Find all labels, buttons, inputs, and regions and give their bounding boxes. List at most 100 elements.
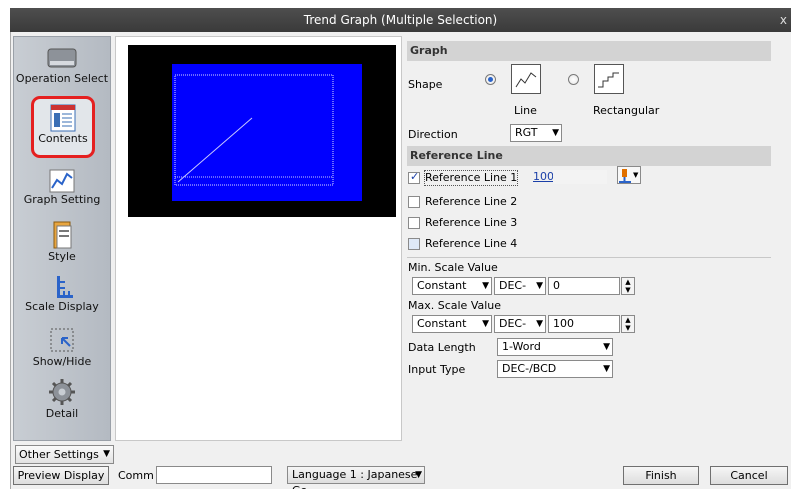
max-scale-value: 100: [553, 317, 574, 330]
min-scale-type-value: Constant: [417, 279, 467, 292]
min-scale-format-select[interactable]: DEC- ▼: [494, 277, 546, 295]
graph-section-header: Graph: [407, 41, 771, 61]
max-scale-format-select[interactable]: DEC- ▼: [494, 315, 546, 333]
reference-line-1-value[interactable]: 100: [533, 170, 554, 183]
min-scale-type-select[interactable]: Constant ▼: [412, 277, 492, 295]
direction-label: Direction: [408, 128, 458, 141]
direction-value: RGT: [515, 126, 538, 139]
preview-pane: [115, 36, 402, 441]
sidebar-item-scale-display[interactable]: Scale Display: [14, 273, 110, 313]
chevron-down-icon: ▼: [536, 281, 543, 291]
sidebar-item-label: Detail: [45, 407, 79, 420]
input-type-select[interactable]: DEC-/BCD ▼: [497, 360, 613, 378]
data-length-label: Data Length: [408, 341, 476, 354]
chevron-down-icon: ▼: [482, 319, 489, 329]
reference-line-4-checkbox[interactable]: [408, 238, 420, 250]
input-type-label: Input Type: [408, 363, 466, 376]
max-scale-label: Max. Scale Value: [408, 299, 502, 312]
min-scale-value: 0: [553, 279, 560, 292]
svg-text:▼: ▼: [633, 171, 639, 179]
chevron-down-icon: ▼: [415, 470, 422, 480]
reference-line-3-label: Reference Line 3: [425, 216, 518, 229]
graph-setting-icon: [46, 168, 78, 194]
min-scale-label: Min. Scale Value: [408, 261, 498, 274]
preview-display-button[interactable]: Preview Display: [13, 466, 109, 485]
chevron-down-icon: ▼: [536, 319, 543, 329]
shape-label: Shape: [408, 78, 443, 91]
sidebar-item-label: Graph Setting: [23, 193, 101, 206]
sidebar-item-show-hide[interactable]: Show/Hide: [14, 326, 110, 368]
reference-line-3-checkbox[interactable]: [408, 217, 420, 229]
preview-canvas: [128, 45, 396, 217]
shape-rectangular-label: Rectangular: [593, 104, 660, 117]
shape-line-radio[interactable]: [485, 74, 496, 85]
style-icon: [46, 219, 78, 251]
rectangular-shape-icon[interactable]: [594, 64, 624, 94]
close-button[interactable]: x: [780, 8, 787, 32]
data-length-value: 1-Word: [502, 340, 541, 353]
divider: [407, 257, 771, 258]
min-scale-value-input[interactable]: 0: [548, 277, 620, 295]
sidebar-item-label: Scale Display: [25, 300, 99, 313]
sidebar-item-style[interactable]: Style: [14, 219, 110, 263]
max-scale-value-input[interactable]: 100: [548, 315, 620, 333]
reference-line-color-picker[interactable]: ▼: [617, 166, 641, 184]
trend-graph-drawing: [174, 74, 334, 186]
max-scale-type-value: Constant: [417, 317, 467, 330]
trend-line: [177, 117, 253, 183]
sidebar-item-graph-setting[interactable]: Graph Setting: [14, 168, 110, 206]
data-length-select[interactable]: 1-Word ▼: [497, 338, 613, 356]
reference-line-4-row[interactable]: Reference Line 4: [408, 237, 538, 253]
other-settings-label: Other Settings: [19, 448, 99, 461]
sidebar-item-operation-select[interactable]: Operation Select: [14, 43, 110, 85]
line-shape-icon[interactable]: [511, 64, 541, 94]
reference-line-1-row[interactable]: Reference Line 1: [408, 170, 538, 187]
sidebar-item-label: Contents: [38, 132, 88, 145]
shape-rectangular-radio[interactable]: [568, 74, 579, 85]
direction-select[interactable]: RGT ▼: [510, 124, 562, 142]
contents-icon: [47, 103, 79, 133]
reference-line-2-checkbox[interactable]: [408, 196, 420, 208]
sidebar-item-contents[interactable]: Contents: [31, 96, 95, 158]
finish-button[interactable]: Finish: [623, 466, 699, 485]
operation-select-icon: [46, 43, 78, 73]
other-settings-dropdown[interactable]: Other Settings ▼: [15, 445, 114, 464]
sidebar-item-label: Operation Select: [15, 72, 109, 85]
show-hide-icon: [46, 326, 78, 356]
property-panel: Graph Shape Line Rectangular Direction R…: [405, 36, 781, 441]
detail-icon: [46, 376, 78, 408]
scale-display-icon: [46, 273, 78, 301]
window-title-bar: Trend Graph (Multiple Selection) x: [10, 8, 791, 32]
sidebar-item-label: Style: [48, 250, 76, 263]
reference-line-2-row[interactable]: Reference Line 2: [408, 195, 538, 211]
chevron-down-icon: ▼: [103, 449, 110, 459]
sidebar-item-detail[interactable]: Detail: [14, 376, 110, 420]
min-scale-spinner[interactable]: ▲ ▼: [621, 277, 635, 295]
reference-line-1-checkbox[interactable]: [408, 170, 420, 184]
language-select[interactable]: Language 1 : Japanese Go ▼: [287, 466, 425, 489]
max-scale-type-select[interactable]: Constant ▼: [412, 315, 492, 333]
max-scale-format-value: DEC-: [499, 317, 527, 330]
language-value: Language 1 : Japanese Go: [292, 468, 418, 489]
trend-graph-preview[interactable]: [172, 64, 362, 201]
min-scale-format-value: DEC-: [499, 279, 527, 292]
chevron-down-icon: ▼: [482, 281, 489, 291]
sidebar: Operation Select Contents Graph Setting …: [13, 36, 111, 441]
max-scale-spinner[interactable]: ▲ ▼: [621, 315, 635, 333]
shape-line-label: Line: [514, 104, 537, 117]
reference-line-2-label: Reference Line 2: [425, 195, 518, 208]
comm-label: Comm: [118, 469, 154, 482]
cancel-button[interactable]: Cancel: [710, 466, 788, 485]
line-color-icon: ▼: [619, 169, 639, 183]
reference-line-1-label: Reference Line 1: [423, 170, 519, 186]
input-type-value: DEC-/BCD: [502, 362, 557, 375]
chevron-down-icon: ▼: [603, 364, 610, 374]
reference-line-3-row[interactable]: Reference Line 3: [408, 216, 538, 232]
bottom-bar: Preview Display Comm Language 1 : Japane…: [11, 465, 791, 489]
window-title: Trend Graph (Multiple Selection): [303, 13, 498, 27]
reference-line-1-value-field[interactable]: [553, 170, 607, 184]
reference-line-4-label: Reference Line 4: [425, 237, 518, 250]
sidebar-item-label: Show/Hide: [32, 355, 92, 368]
reference-line-section-header: Reference Line: [407, 146, 771, 166]
comm-input[interactable]: [156, 466, 272, 484]
